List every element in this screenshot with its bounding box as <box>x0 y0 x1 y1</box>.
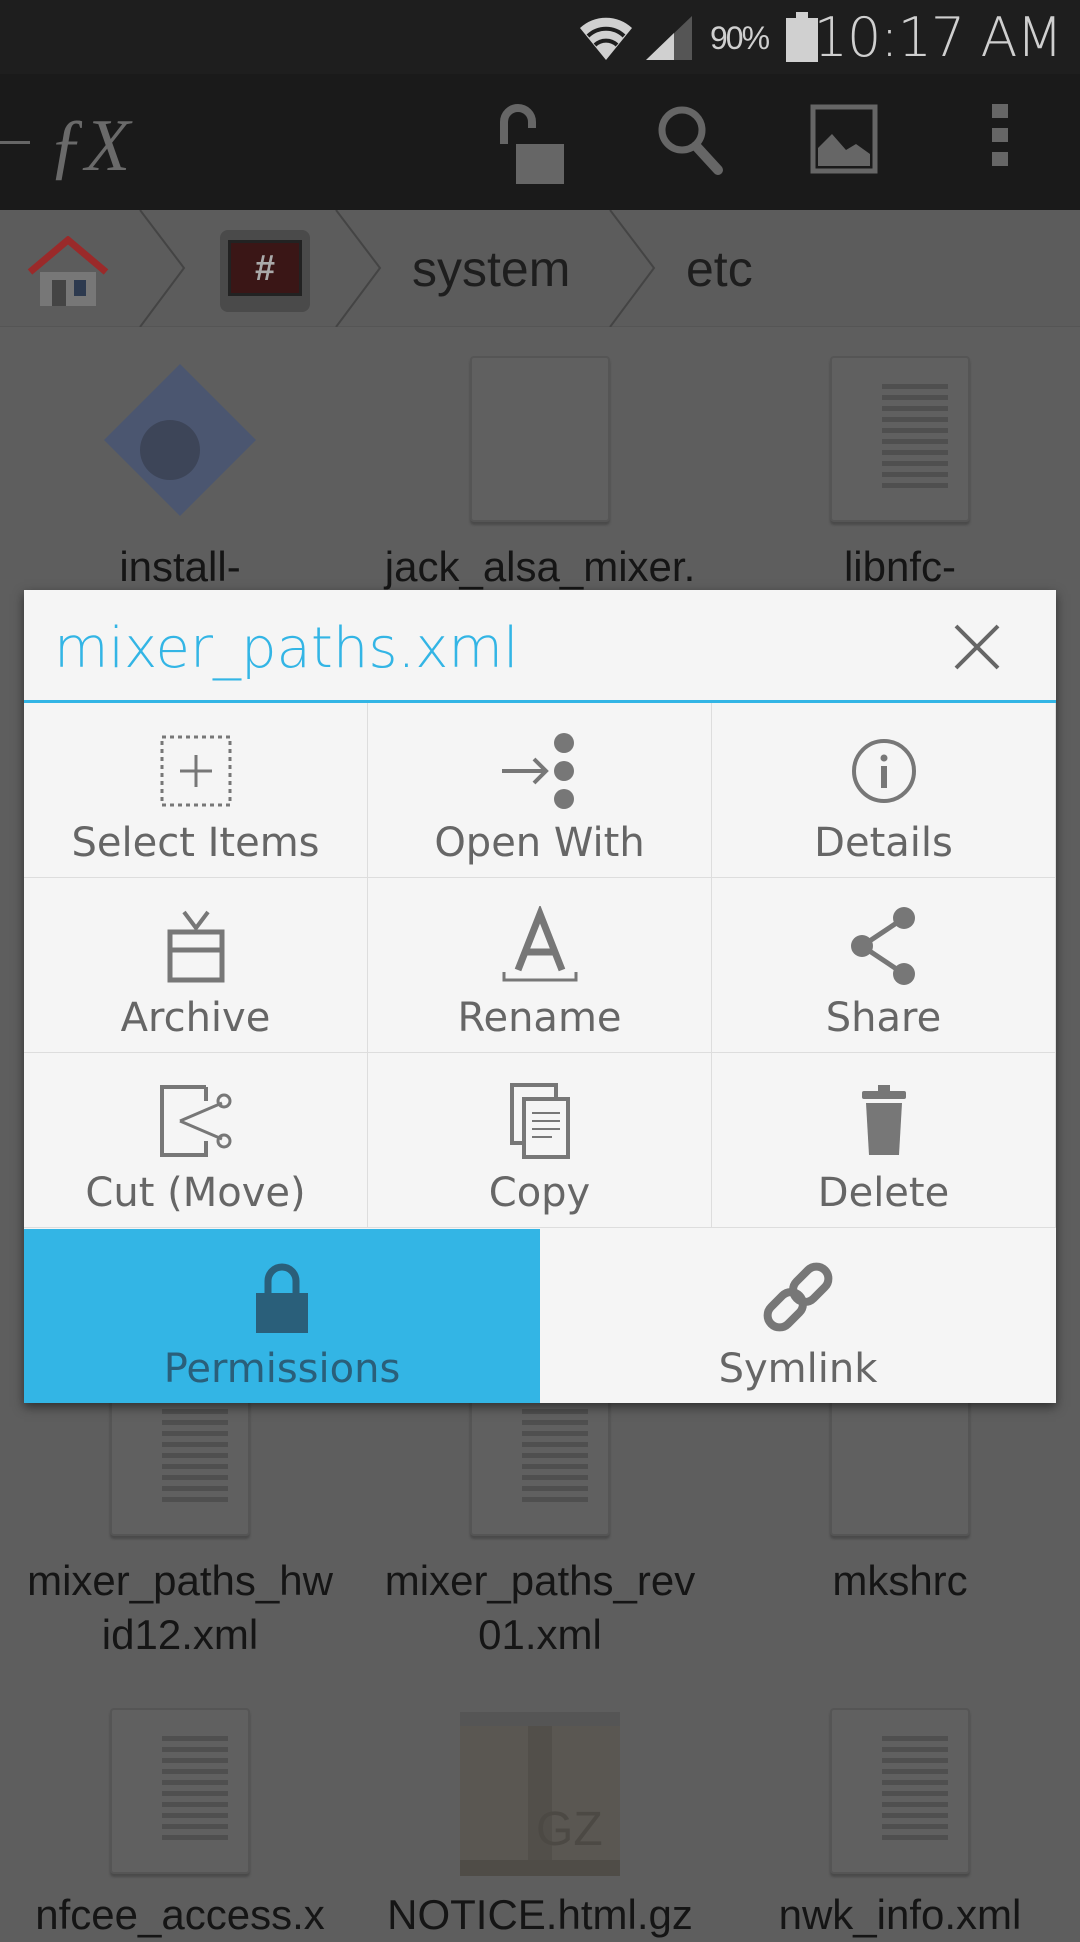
drawer-indicator[interactable] <box>0 141 30 144</box>
cut-option[interactable]: Cut (Move) <box>24 1053 368 1228</box>
file-name: NOTICE.html.gz <box>387 1891 693 1938</box>
file-item[interactable]: NOTICE.html.gz <box>360 1888 720 1942</box>
breadcrumb: # system etc <box>0 210 1080 327</box>
rename-icon <box>502 906 577 982</box>
select-items-icon <box>160 735 231 807</box>
select-items-option[interactable]: Select Items <box>24 703 368 878</box>
file-icon[interactable] <box>470 356 610 522</box>
root-icon[interactable]: # <box>220 230 310 312</box>
search-icon[interactable] <box>656 104 726 176</box>
clock: 10:17 AM <box>813 6 1063 69</box>
file-item[interactable]: mixer_paths_rev 01.xml <box>360 1554 720 1662</box>
file-item[interactable]: libnfc- <box>720 540 1080 594</box>
rename-option[interactable]: Rename <box>368 878 712 1053</box>
copy-icon <box>509 1083 570 1159</box>
archive-option[interactable]: Archive <box>24 878 368 1053</box>
option-label: Archive <box>120 995 271 1041</box>
option-label: Permissions <box>163 1346 401 1392</box>
delete-option[interactable]: Delete <box>712 1053 1056 1228</box>
file-name: mixer_paths_hw <box>27 1557 333 1604</box>
link-icon <box>763 1262 833 1332</box>
signal-icon <box>646 16 692 60</box>
unlock-icon[interactable] <box>496 104 572 184</box>
file-icon[interactable] <box>830 1708 970 1874</box>
option-label: Copy <box>488 1170 591 1216</box>
file-item[interactable]: mixer_paths_hw id12.xml <box>0 1554 360 1662</box>
option-label: Rename <box>457 995 622 1041</box>
file-name: nwk_info.xml <box>778 1891 1022 1938</box>
file-item[interactable]: jack_alsa_mixer. <box>360 540 720 594</box>
battery-percent: 90% <box>710 20 770 56</box>
open-with-option[interactable]: Open With <box>368 703 712 878</box>
toolbar: ƒX <box>0 74 1080 210</box>
file-item[interactable]: mkshrc <box>720 1554 1080 1608</box>
info-icon <box>851 739 916 803</box>
symlink-option[interactable]: Symlink <box>540 1229 1056 1403</box>
trash-icon <box>861 1085 906 1155</box>
file-icon[interactable] <box>110 1708 250 1874</box>
option-label: Cut (Move) <box>85 1170 306 1216</box>
wifi-icon <box>580 17 632 60</box>
breadcrumb-separator <box>139 210 186 327</box>
open-with-icon <box>501 733 574 809</box>
option-label: Open With <box>434 820 645 866</box>
file-item[interactable]: nfcee_access.x <box>0 1888 360 1942</box>
details-option[interactable]: Details <box>712 703 1056 878</box>
overflow-menu-icon[interactable] <box>992 104 1008 168</box>
option-label: Delete <box>817 1170 950 1216</box>
copy-option[interactable]: Copy <box>368 1053 712 1228</box>
file-item[interactable]: install- <box>0 540 360 594</box>
image-icon[interactable] <box>810 104 878 174</box>
file-name: install- <box>119 543 241 590</box>
gz-badge: GZ <box>536 1803 603 1856</box>
lock-icon <box>256 1263 308 1333</box>
app-logo[interactable]: ƒX <box>48 104 130 189</box>
cut-icon <box>159 1085 231 1157</box>
file-icon[interactable] <box>830 356 970 522</box>
file-item[interactable]: nwk_info.xml <box>720 1888 1080 1942</box>
file-name: libnfc- <box>843 543 957 590</box>
breadcrumb-etc[interactable]: etc <box>686 240 753 298</box>
file-name: mixer_paths_rev <box>384 1557 696 1604</box>
dialog-title: mixer_paths.xml <box>54 616 519 681</box>
option-label: Share <box>825 995 942 1041</box>
archive-icon <box>167 910 224 983</box>
permissions-option[interactable]: Permissions <box>24 1229 540 1403</box>
share-option[interactable]: Share <box>712 878 1056 1053</box>
breadcrumb-separator <box>609 210 656 327</box>
home-icon[interactable] <box>26 236 110 308</box>
archive-file-icon[interactable]: GZ <box>460 1712 620 1876</box>
file-name: jack_alsa_mixer. <box>384 543 696 590</box>
option-label: Symlink <box>718 1346 878 1392</box>
file-name: nfcee_access.x <box>35 1891 325 1938</box>
status-bar: 90% 10:17 AM <box>0 0 1080 74</box>
share-icon <box>850 907 915 985</box>
file-name-line2: id12.xml <box>101 1611 259 1658</box>
file-name: mkshrc <box>832 1557 968 1604</box>
breadcrumb-system[interactable]: system <box>412 240 570 298</box>
close-icon[interactable] <box>950 620 1004 674</box>
file-actions-dialog: mixer_paths.xml Select Items Open With D… <box>24 590 1056 1403</box>
installer-file-icon[interactable] <box>100 360 260 520</box>
file-name-line2: 01.xml <box>478 1611 602 1658</box>
option-label: Select Items <box>71 820 320 866</box>
breadcrumb-separator <box>335 210 382 327</box>
option-label: Details <box>814 820 953 866</box>
